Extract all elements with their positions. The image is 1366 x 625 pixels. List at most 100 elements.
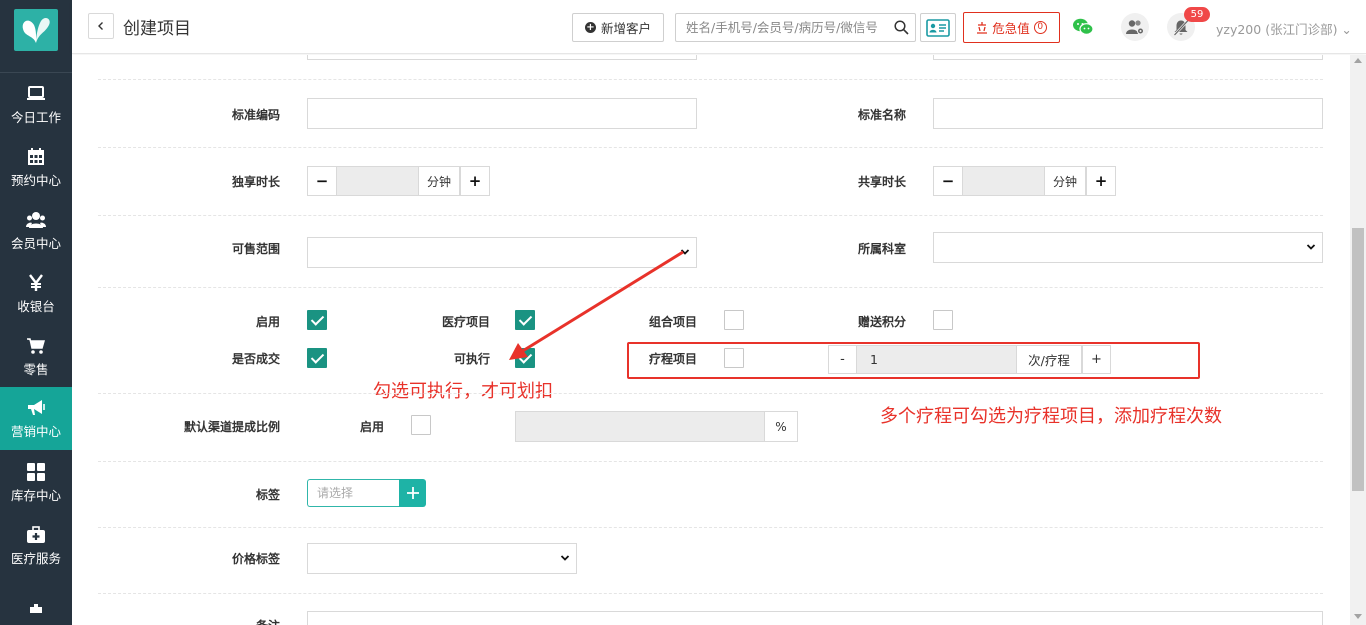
sale-scope-select[interactable] [307, 237, 697, 268]
top-header: 创建项目 + 新增客户 危急值 0 59 yzy200 (张江门诊部) ⌄ [72, 0, 1366, 54]
standard-code-label: 标准编码 [231, 108, 280, 122]
row-divider [98, 461, 1323, 462]
executable-checkbox[interactable] [515, 348, 535, 368]
combo-item-label: 组合项目 [648, 315, 697, 329]
sidebar-item-more[interactable] [0, 580, 72, 625]
sidebar-item-label: 医疗服务 [10, 550, 61, 566]
notification-count-badge: 59 [1184, 7, 1210, 22]
executable-label: 可执行 [453, 352, 490, 366]
is-deal-checkbox[interactable] [307, 348, 327, 368]
new-customer-label: 新增客户 [600, 21, 651, 36]
new-customer-button[interactable]: + 新增客户 [572, 13, 664, 42]
price-tag-select[interactable] [307, 543, 577, 574]
add-tag-button[interactable] [399, 479, 426, 507]
gift-points-checkbox[interactable] [933, 310, 953, 330]
exclusive-duration-label: 独享时长 [231, 175, 280, 189]
shared-duration-minus-button[interactable]: − [933, 166, 963, 196]
sidebar-item-member-center[interactable]: 会员中心 [0, 199, 72, 262]
sidebar: 今日工作 预约中心 会员中心 收银台 零售 营销中心 库存中心 医疗服务 [0, 0, 72, 625]
id-card-icon [926, 18, 950, 37]
search-icon[interactable] [894, 20, 909, 35]
cart-icon [25, 336, 47, 356]
channel-ratio-input[interactable] [515, 411, 765, 442]
standard-name-input[interactable] [933, 98, 1323, 129]
department-label: 所属科室 [857, 242, 906, 256]
critical-value-button[interactable]: 危急值 0 [963, 12, 1060, 43]
scroll-down-arrow-icon[interactable] [1354, 614, 1362, 619]
shared-duration-label: 共享时长 [857, 175, 906, 189]
medkit-icon [25, 525, 47, 545]
calendar-icon [25, 147, 47, 167]
bell-muted-icon [1173, 19, 1189, 36]
treatment-highlight-box [627, 342, 1200, 379]
shared-duration-input[interactable] [963, 166, 1044, 196]
enable-checkbox[interactable] [307, 310, 327, 330]
id-card-button[interactable] [920, 13, 956, 42]
exclusive-duration-minus-button[interactable]: − [307, 166, 337, 196]
scroll-up-arrow-icon[interactable] [1354, 58, 1362, 63]
sidebar-item-label: 零售 [23, 361, 49, 377]
top-right-input[interactable] [933, 55, 1323, 60]
is-deal-label: 是否成交 [231, 352, 280, 366]
treatment-annotation: 多个疗程可勾选为疗程项目，添加疗程次数 [880, 406, 1222, 427]
annotation-arrow [509, 250, 684, 360]
standard-code-input[interactable] [307, 98, 697, 129]
row-divider [98, 593, 1323, 594]
shared-duration-plus-button[interactable]: + [1086, 166, 1116, 196]
sidebar-item-marketing-center[interactable]: 营销中心 [0, 387, 72, 450]
users-icon [25, 210, 47, 230]
channel-ratio-percent: % [765, 411, 798, 442]
medical-item-checkbox[interactable] [515, 310, 535, 330]
yen-icon [25, 273, 47, 293]
sidebar-item-label: 营销中心 [10, 423, 61, 439]
app-logo[interactable] [14, 9, 58, 51]
back-button[interactable] [88, 13, 114, 39]
create-item-form: 标准编码 标准名称 独享时长 − 分钟 + 共享时长 − 分钟 + 可售范围 所… [72, 55, 1350, 625]
page-title: 创建项目 [123, 19, 191, 39]
chevron-down-icon [560, 555, 570, 561]
medical-item-label: 医疗项目 [441, 315, 490, 329]
sidebar-item-label: 今日工作 [10, 109, 61, 125]
sidebar-item-medical-service[interactable]: 医疗服务 [0, 514, 72, 577]
sidebar-item-label: 会员中心 [10, 235, 61, 251]
standard-name-label: 标准名称 [857, 108, 906, 122]
row-divider [98, 527, 1323, 528]
wechat-icon[interactable] [1072, 17, 1094, 37]
executable-annotation: 勾选可执行，才可划扣 [373, 381, 553, 402]
enable-label: 启用 [255, 315, 280, 329]
more-icon [25, 600, 47, 620]
shared-duration-unit: 分钟 [1044, 166, 1086, 196]
users-gear-icon [1126, 20, 1144, 35]
search-input[interactable] [676, 14, 886, 41]
sidebar-item-cashier[interactable]: 收银台 [0, 262, 72, 325]
department-select[interactable] [933, 232, 1323, 263]
app-root: 今日工作 预约中心 会员中心 收银台 零售 营销中心 库存中心 医疗服务 创建项… [0, 0, 1366, 625]
channel-enable-checkbox[interactable] [411, 415, 431, 435]
group-chat-button[interactable] [1121, 13, 1149, 41]
user-menu[interactable]: yzy200 (张江门诊部) ⌄ [1216, 19, 1352, 38]
exclusive-duration-unit: 分钟 [418, 166, 460, 196]
tags-label: 标签 [255, 488, 280, 502]
warning-stand-icon [977, 22, 988, 34]
remark-input[interactable] [307, 611, 1323, 625]
butterfly-logo-icon [22, 18, 50, 43]
megaphone-icon [25, 398, 47, 418]
top-left-input[interactable] [307, 55, 697, 60]
tags-select[interactable]: 请选择 [307, 479, 400, 507]
row-divider [98, 215, 1323, 216]
monitor-icon [25, 84, 47, 104]
combo-item-checkbox[interactable] [724, 310, 744, 330]
scrollbar-thumb[interactable] [1352, 228, 1364, 491]
exclusive-duration-plus-button[interactable]: + [460, 166, 490, 196]
channel-enable-label: 启用 [359, 420, 384, 434]
sidebar-item-inventory-center[interactable]: 库存中心 [0, 451, 72, 514]
row-divider [98, 79, 1323, 80]
sidebar-item-today-work[interactable]: 今日工作 [0, 73, 72, 136]
critical-value-count: 0 [1033, 21, 1047, 34]
sidebar-item-retail[interactable]: 零售 [0, 325, 72, 388]
row-divider [98, 147, 1323, 148]
sidebar-item-booking-center[interactable]: 预约中心 [0, 136, 72, 199]
shared-duration-stepper: − 分钟 + [933, 166, 1116, 196]
exclusive-duration-input[interactable] [337, 166, 418, 196]
sidebar-item-label: 预约中心 [10, 172, 61, 188]
